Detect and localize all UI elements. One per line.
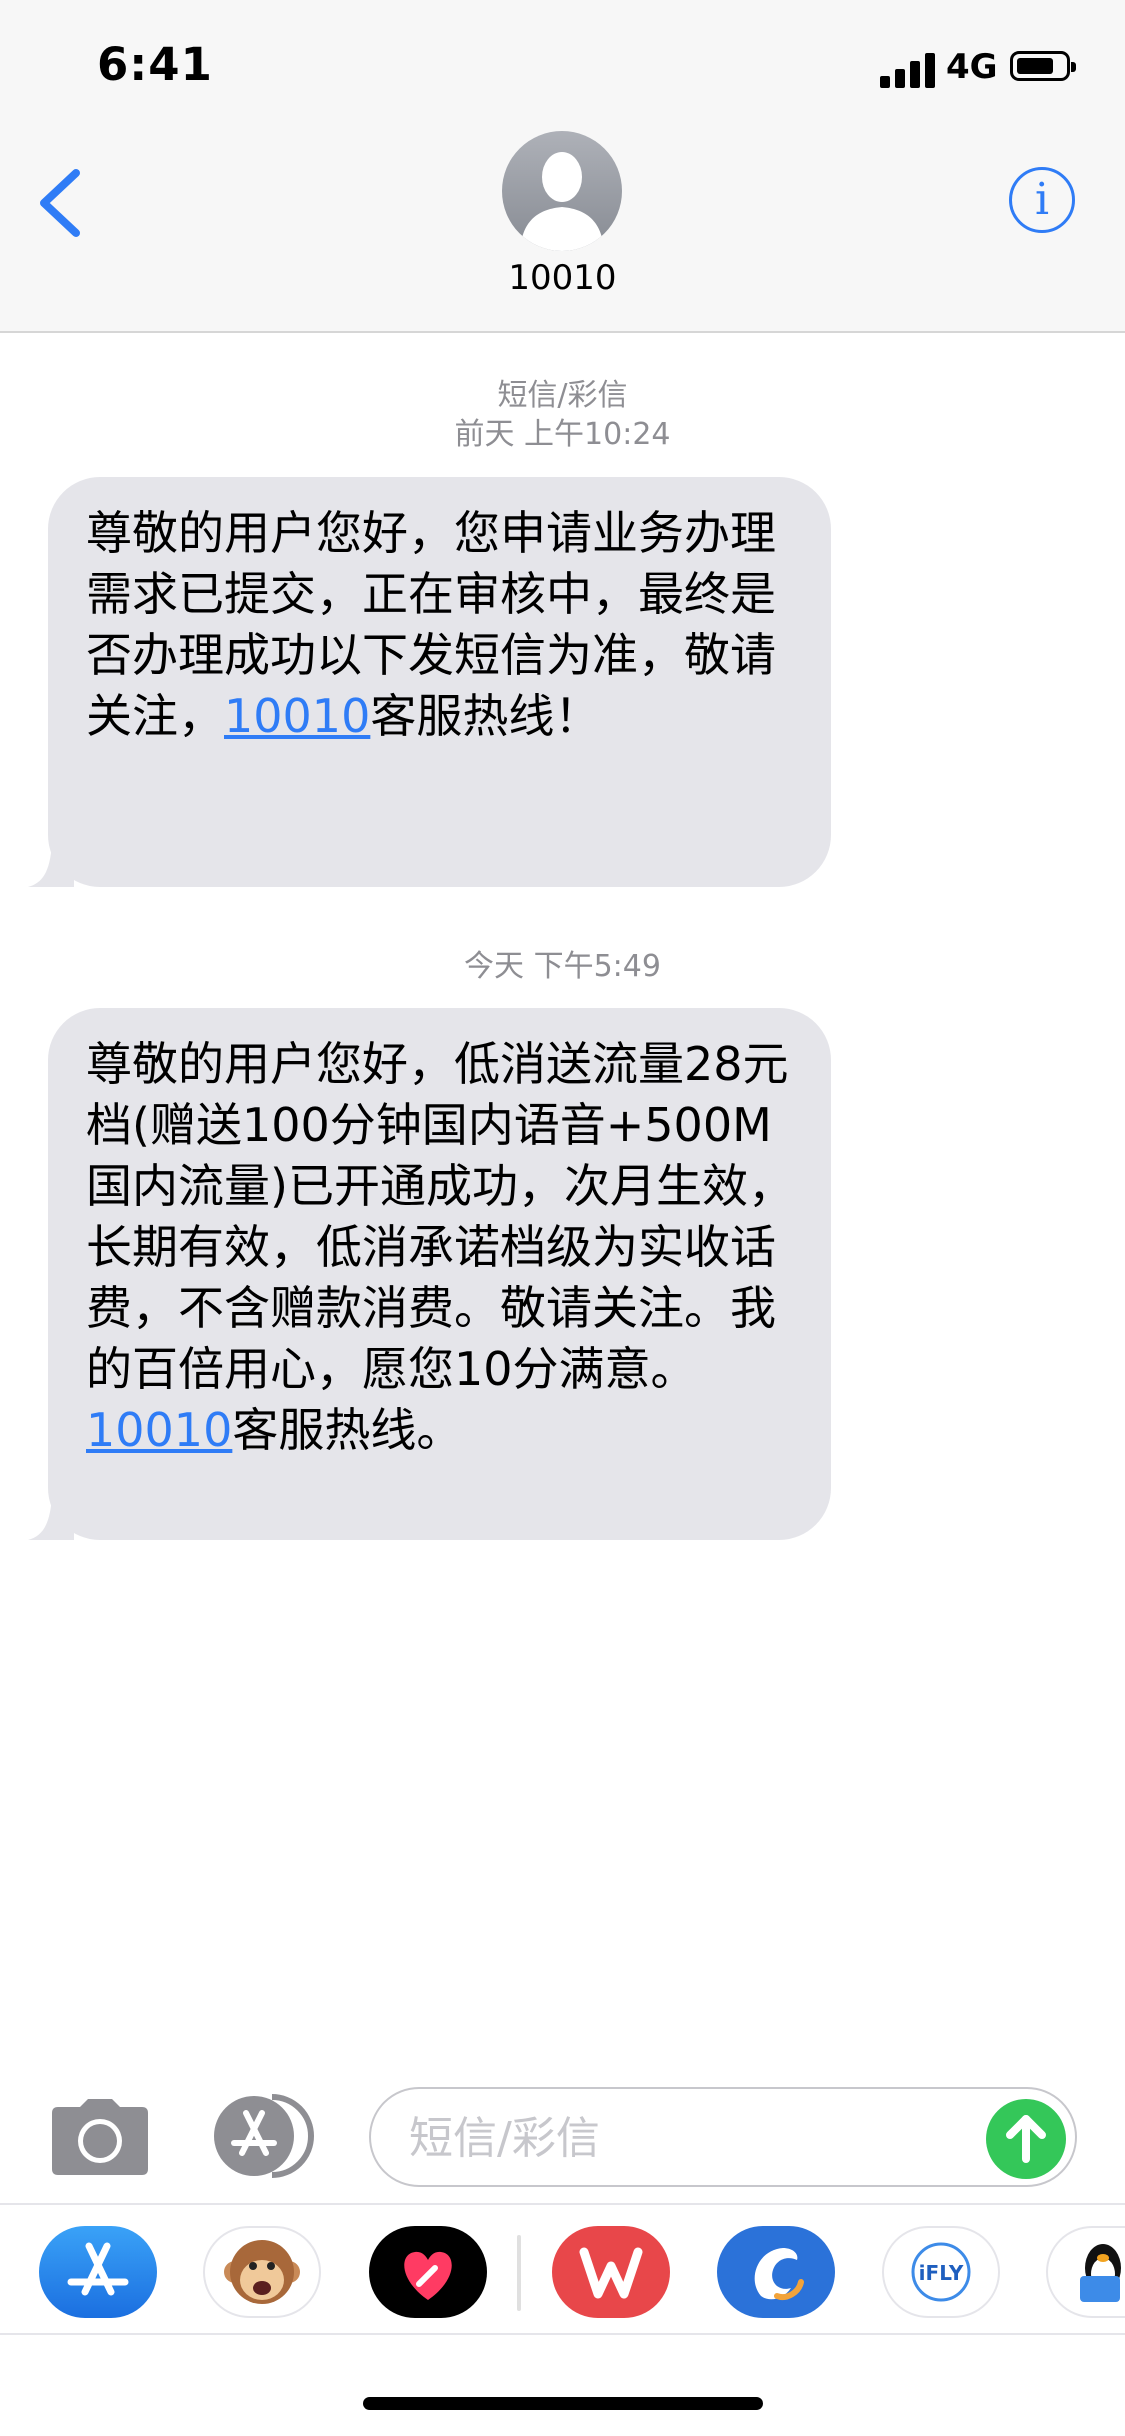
bubble-tail bbox=[28, 1496, 74, 1540]
message-timestamp: 今天 下午5:49 bbox=[464, 949, 661, 984]
info-icon[interactable]: i bbox=[1009, 167, 1075, 233]
message-type-label: 短信/彩信 bbox=[497, 378, 628, 413]
imessage-app-drawer: iFLY bbox=[0, 2203, 1125, 2335]
message-input-container[interactable] bbox=[369, 2087, 1077, 2187]
send-button[interactable] bbox=[986, 2099, 1066, 2179]
person-silhouette-icon bbox=[520, 152, 604, 251]
arrow-up-icon bbox=[1006, 2115, 1046, 2163]
bubble-tail bbox=[28, 843, 74, 887]
qq-penguin-icon[interactable] bbox=[1046, 2226, 1125, 2318]
status-time: 6:41 bbox=[97, 38, 213, 91]
message-bubble[interactable]: 尊敬的用户您好，您申请业务办理需求已提交，正在审核中，最终是否办理成功以下发短信… bbox=[28, 477, 831, 887]
back-chevron-icon[interactable] bbox=[32, 165, 92, 240]
message-text: 客服热线。 bbox=[232, 1403, 463, 1457]
digital-touch-heart-icon[interactable] bbox=[369, 2226, 487, 2318]
battery-icon bbox=[1010, 51, 1076, 81]
app-strip-divider bbox=[517, 2235, 521, 2311]
cellular-signal-icon bbox=[880, 52, 936, 88]
message-text: 客服热线！ bbox=[370, 689, 601, 743]
contact-name[interactable]: 10010 bbox=[0, 258, 1125, 298]
phone-link[interactable]: 10010 bbox=[86, 1403, 232, 1457]
camera-icon[interactable] bbox=[50, 2097, 150, 2177]
app-store-icon[interactable] bbox=[39, 2226, 157, 2318]
phone-link[interactable]: 10010 bbox=[224, 689, 370, 743]
ifly-icon[interactable]: iFLY bbox=[882, 2226, 1000, 2318]
app-store-button-icon[interactable] bbox=[210, 2093, 318, 2179]
contact-avatar[interactable] bbox=[502, 131, 622, 251]
conversation-header: 6:41 4G 10010 i bbox=[0, 0, 1125, 333]
wps-office-icon[interactable] bbox=[552, 2226, 670, 2318]
network-type: 4G bbox=[946, 47, 998, 87]
home-indicator bbox=[363, 2397, 763, 2410]
message-timestamp: 前天 上午10:24 bbox=[454, 417, 671, 452]
message-text: 尊敬的用户您好，低消送流量28元档(赠送100分钟国内语音+500M国内流量)已… bbox=[86, 1037, 794, 1396]
message-bubble[interactable]: 尊敬的用户您好，低消送流量28元档(赠送100分钟国内语音+500M国内流量)已… bbox=[28, 1008, 831, 1540]
message-input[interactable] bbox=[407, 2107, 971, 2169]
dolphin-app-icon[interactable] bbox=[717, 2226, 835, 2318]
animoji-monkey-icon[interactable] bbox=[203, 2226, 321, 2318]
ifly-label: iFLY bbox=[919, 2261, 964, 2285]
